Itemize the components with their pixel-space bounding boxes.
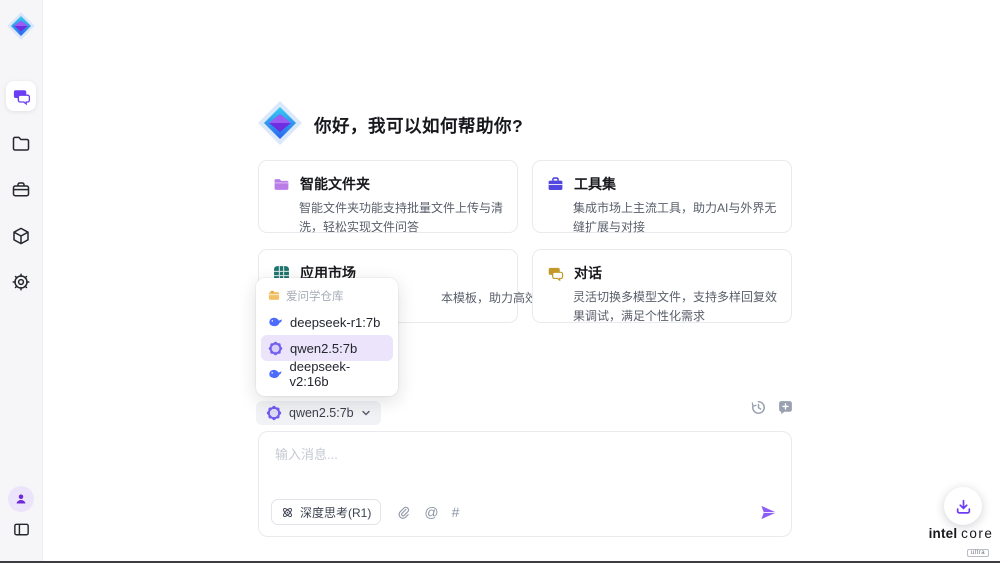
diamond-logo-icon [256,99,304,147]
send-button[interactable] [759,503,778,522]
deep-think-label: 深度思考(R1) [300,504,371,521]
chat-bubbles-icon [12,87,31,106]
attachment-icon[interactable] [396,505,411,520]
model-option-qwen[interactable]: qwen2.5:7b [261,335,393,361]
sidebar-item-account[interactable] [8,486,34,512]
chat-toolbar-icons [750,399,794,416]
repository-icon [268,290,280,302]
model-selector-button[interactable]: qwen2.5:7b [256,401,381,425]
chevron-down-icon [361,408,371,418]
greeting-logo [256,99,304,152]
deepseek-icon [268,367,283,382]
sidebar-item-chat[interactable] [6,81,36,111]
card-description: 集成市场上主流工具，助力AI与外界无缝扩展与对接 [533,199,791,248]
new-chat-button[interactable] [777,399,794,416]
card-title: 工具集 [574,174,616,194]
sidebar-item-models[interactable] [0,226,42,246]
diamond-logo-icon [6,11,36,41]
qwen-icon [268,341,283,356]
mention-icon[interactable]: @ [424,505,438,519]
folder-icon [273,176,290,193]
card-conversation[interactable]: 对话 灵活切换多模型文件，支持多样回复效果调试，满足个性化需求 [532,249,792,323]
folder-icon [11,134,31,154]
sidebar-item-collapse[interactable] [0,520,42,539]
card-description: 灵活切换多模型文件，支持多样回复效果调试，满足个性化需求 [533,288,791,337]
model-dropdown-menu: 爱问学仓库 deepseek-r1:7b qwen2.5:7b deepseek… [256,278,398,396]
intel-core-logo: intel core ultra [924,526,998,559]
card-title: 对话 [574,263,602,283]
deep-think-icon [281,506,294,519]
greeting-title: 你好，我可以如何帮助你? [314,113,523,138]
history-icon [750,399,767,416]
selected-model-label: qwen2.5:7b [289,406,354,420]
briefcase-icon [11,180,31,200]
panel-toggle-icon [12,520,31,539]
sidebar-item-folders[interactable] [0,134,42,154]
model-option-label: deepseek-r1:7b [290,315,380,330]
intel-wordmark: intel [929,526,958,541]
gear-icon [11,272,31,292]
message-composer: 深度思考(R1) @ # [258,431,792,537]
model-group-label: 爱问学仓库 [286,288,344,304]
card-toolset[interactable]: 工具集 集成市场上主流工具，助力AI与外界无缝扩展与对接 [532,160,792,233]
hash-icon[interactable]: # [452,505,460,519]
card-title: 智能文件夹 [300,174,370,194]
sidebar [0,0,43,561]
app-logo [0,11,42,41]
card-smart-folder[interactable]: 智能文件夹 智能文件夹功能支持批量文件上传与清洗，轻松实现文件问答 [258,160,518,233]
deep-think-button[interactable]: 深度思考(R1) [271,499,381,525]
model-option-deepseek-v2[interactable]: deepseek-v2:16b [261,361,393,387]
model-option-label: qwen2.5:7b [290,341,357,356]
download-icon [955,498,972,515]
model-option-label: deepseek-v2:16b [290,359,386,389]
new-chat-icon [777,399,794,416]
history-button[interactable] [750,399,767,416]
cube-icon [11,226,31,246]
model-option-deepseek-r1[interactable]: deepseek-r1:7b [261,309,393,335]
chat-bubbles-icon [547,265,564,282]
qwen-icon [266,405,282,421]
composer-icons: @ # [396,505,459,520]
deepseek-icon [268,315,283,330]
sidebar-item-settings[interactable] [0,272,42,292]
send-icon [759,503,778,522]
briefcase-icon [547,176,564,193]
sidebar-item-toolbox[interactable] [0,180,42,200]
model-group-header: 爱问学仓库 [256,285,398,309]
person-icon [14,492,28,506]
card-description: 智能文件夹功能支持批量文件上传与清洗，轻松实现文件问答 [259,199,517,248]
message-input[interactable] [273,442,767,492]
download-button[interactable] [944,487,982,525]
intel-ultra-badge: ultra [967,549,989,557]
core-wordmark: core [961,526,993,541]
